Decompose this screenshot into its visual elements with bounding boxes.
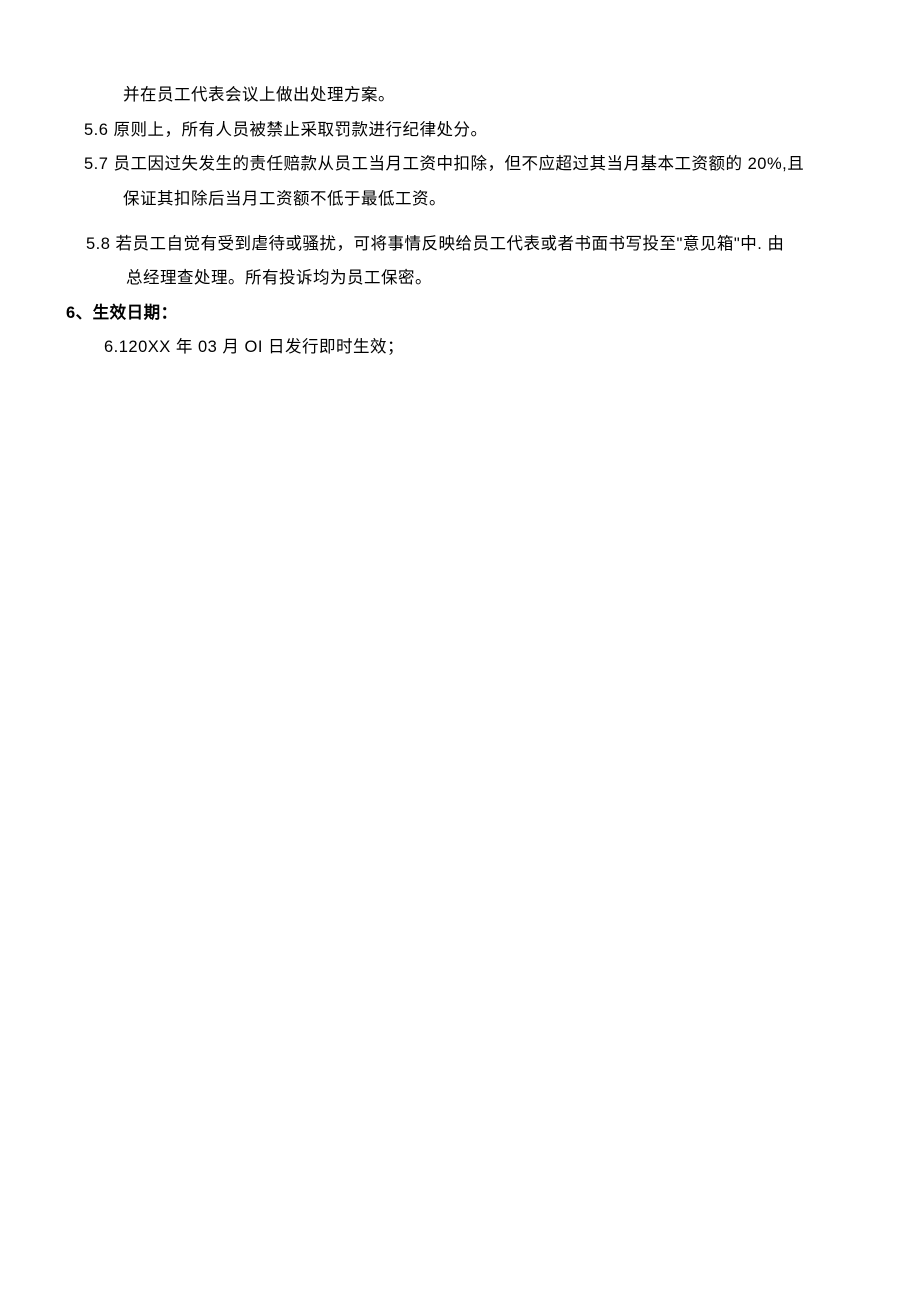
line-5-8-a: 5.8 若员工自觉有受到虐待或骚扰，可将事情反映给员工代表或者书面书写投至"意见… bbox=[66, 227, 854, 262]
heading-6: 6、生效日期： bbox=[66, 296, 854, 331]
line-5-5-continuation: 并在员工代表会议上做出处理方案。 bbox=[66, 78, 854, 113]
line-5-7-a: 5.7 员工因过失发生的责任赔款从员工当月工资中扣除，但不应超过其当月基本工资额… bbox=[66, 147, 854, 182]
line-5-6: 5.6 原则上，所有人员被禁止采取罚款进行纪律处分。 bbox=[66, 113, 854, 148]
document-page: 并在员工代表会议上做出处理方案。 5.6 原则上，所有人员被禁止采取罚款进行纪律… bbox=[66, 78, 854, 365]
line-5-8-b: 总经理查处理。所有投诉均为员工保密。 bbox=[66, 261, 854, 296]
line-6-1: 6.120XX 年 03 月 OI 日发行即时生效； bbox=[66, 330, 854, 365]
spacer bbox=[66, 217, 854, 227]
line-5-7-b: 保证其扣除后当月工资额不低于最低工资。 bbox=[66, 182, 854, 217]
